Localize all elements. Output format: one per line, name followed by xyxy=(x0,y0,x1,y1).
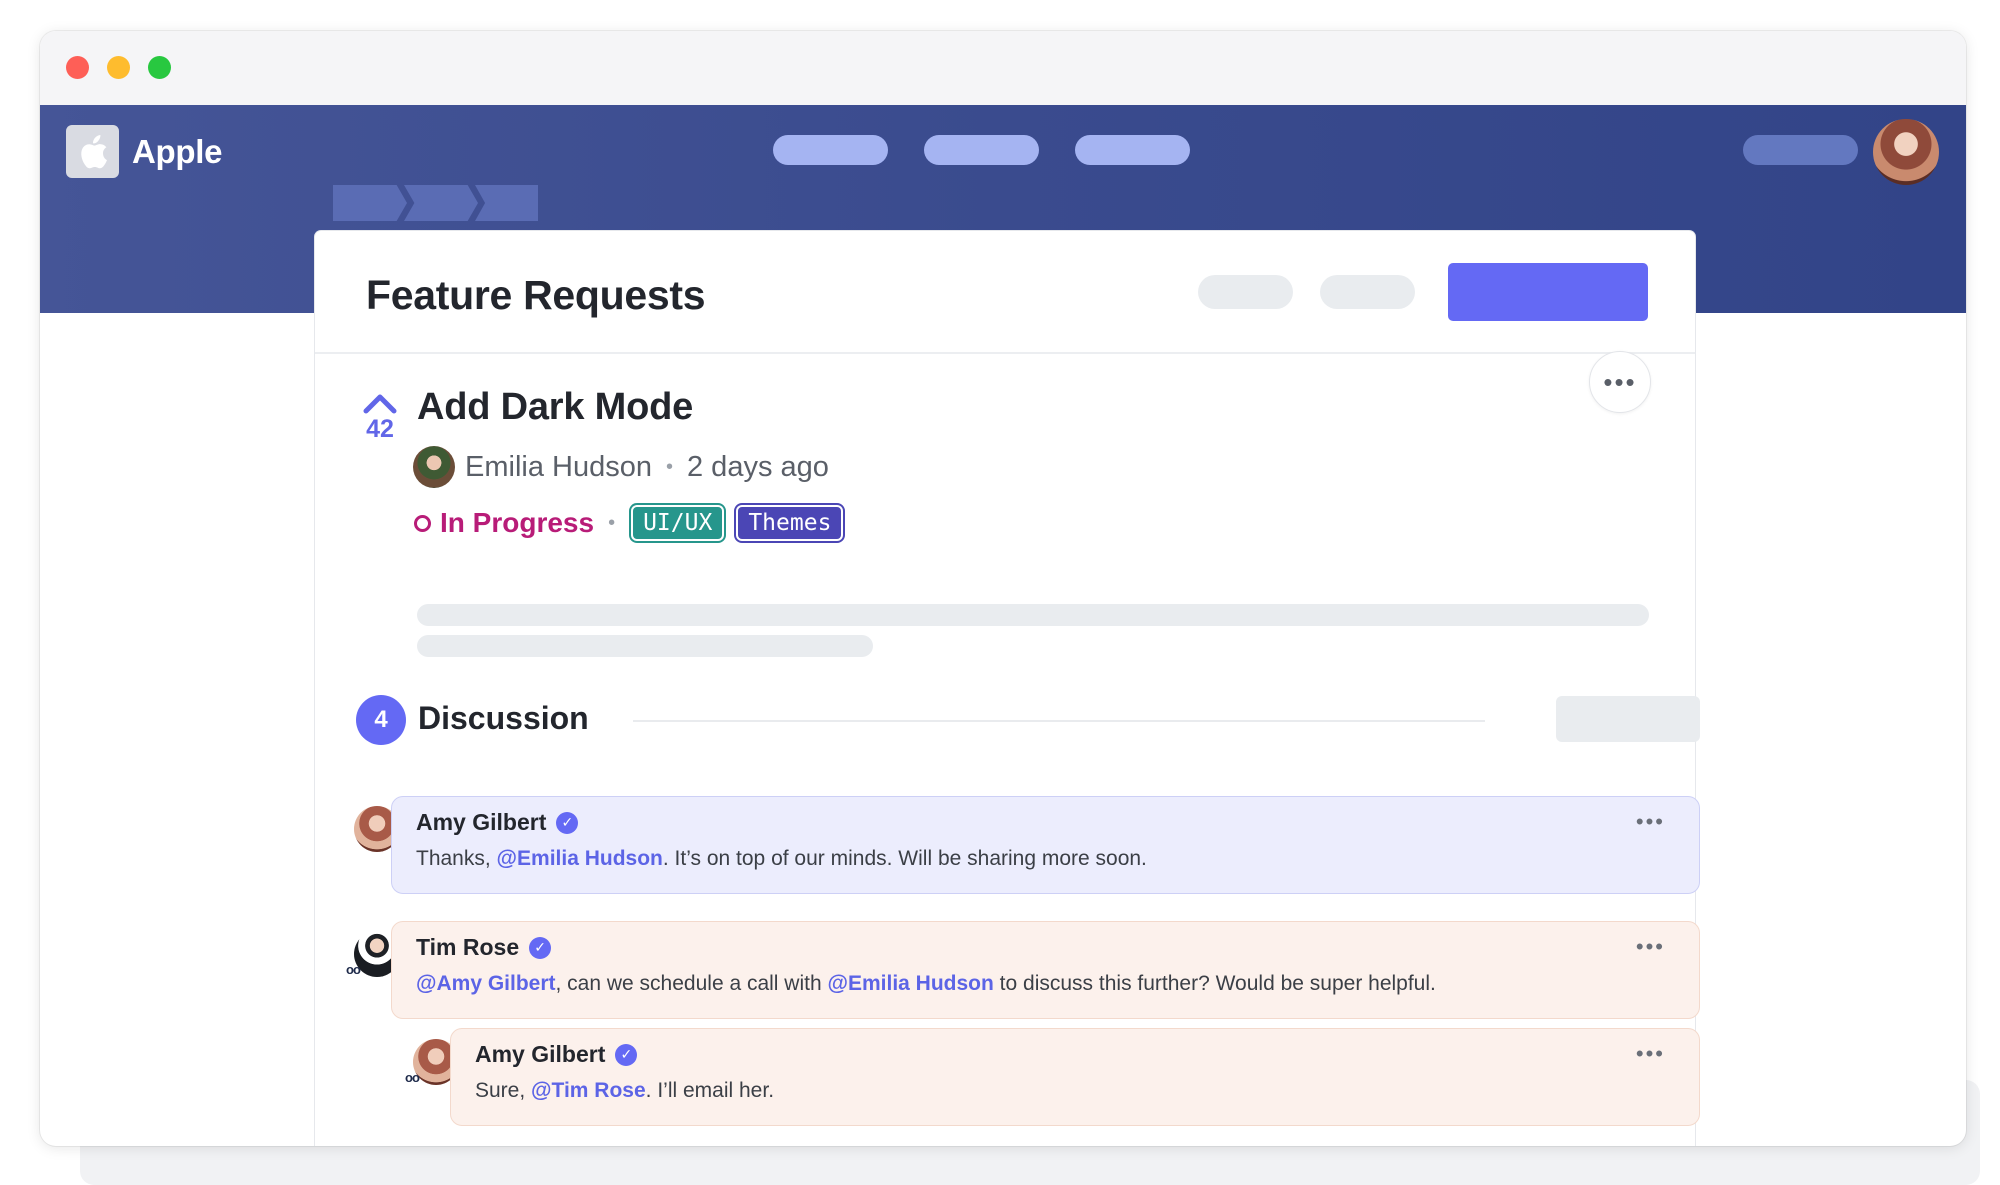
binoculars-icon: oo xyxy=(346,962,361,977)
comment-more-icon[interactable]: ••• xyxy=(1636,934,1665,960)
comment-text-part: . I’ll email her. xyxy=(645,1079,775,1102)
mention-link[interactable]: @Emilia Hudson xyxy=(828,972,994,995)
maximize-window-button[interactable] xyxy=(148,56,171,79)
divider xyxy=(315,352,1695,354)
nav-item-2[interactable] xyxy=(924,135,1039,165)
comment-author[interactable]: Amy Gilbert ✓ xyxy=(416,809,579,836)
vote-count: 42 xyxy=(366,415,394,443)
timestamp: 2 days ago xyxy=(687,450,829,483)
verified-badge-icon: ✓ xyxy=(615,1043,638,1066)
upvote-icon[interactable] xyxy=(363,392,397,414)
description-placeholder-line xyxy=(417,635,873,657)
user-avatar[interactable] xyxy=(1873,119,1939,185)
status-separator: • xyxy=(608,511,616,534)
comment-text-part: to discuss this further? Would be super … xyxy=(993,972,1436,995)
status-icon xyxy=(414,514,431,532)
secondary-button-2[interactable] xyxy=(1320,275,1415,309)
discussion-count-badge: 4 xyxy=(356,695,406,745)
description-placeholder-line xyxy=(417,604,1649,626)
more-options-button[interactable]: ••• xyxy=(1589,351,1651,413)
feature-card: Feature Requests 42 Add Dark Mode Emilia… xyxy=(315,231,1700,1146)
status-badge[interactable]: In Progress xyxy=(440,507,594,539)
tag-themes[interactable]: Themes xyxy=(738,507,842,539)
page-title: Feature Requests xyxy=(366,272,706,318)
feature-meta: Emilia Hudson • 2 days ago xyxy=(413,445,829,489)
comment-author-name[interactable]: Tim Rose xyxy=(416,934,519,961)
secondary-button-1[interactable] xyxy=(1198,275,1293,309)
comment-text-part: . It’s on top of our minds. Will be shar… xyxy=(662,847,1147,870)
browser-window: Apple Feature Requests 42 Add Dark Mode … xyxy=(40,31,1966,1146)
meta-separator: • xyxy=(665,455,673,478)
comment-text-part: Sure, xyxy=(475,1079,532,1102)
comment-author[interactable]: Amy Gilbert ✓ xyxy=(475,1041,638,1068)
comment-more-icon[interactable]: ••• xyxy=(1636,1041,1665,1067)
comment-author-name[interactable]: Amy Gilbert xyxy=(475,1041,605,1068)
nav-item-3[interactable] xyxy=(1075,135,1190,165)
author-name[interactable]: Emilia Hudson xyxy=(465,451,652,484)
upvote-control[interactable]: 42 xyxy=(361,392,399,444)
comment-reply: Amy Gilbert ✓ Sure, @Tim Rose. I’ll emai… xyxy=(450,1028,1700,1126)
comment-more-icon[interactable]: ••• xyxy=(1636,809,1665,835)
close-window-button[interactable] xyxy=(66,56,89,79)
feature-title: Add Dark Mode xyxy=(417,386,694,428)
nav-item-1[interactable] xyxy=(773,135,888,165)
status-row: In Progress • UI/UX Themes xyxy=(414,507,849,539)
discussion-divider xyxy=(633,720,1485,722)
apple-logo-icon[interactable] xyxy=(66,125,119,178)
comment-text: Thanks, @Emilia Hudson. It’s on top of o… xyxy=(416,847,1147,871)
minimize-window-button[interactable] xyxy=(107,56,130,79)
mention-link[interactable]: @Amy Gilbert xyxy=(416,972,556,995)
binoculars-icon: oo xyxy=(405,1070,420,1085)
comment: Amy Gilbert ✓ Thanks, @Emilia Hudson. It… xyxy=(391,796,1700,894)
tag-uiux[interactable]: UI/UX xyxy=(633,507,723,539)
more-horizontal-icon: ••• xyxy=(1603,366,1637,397)
author-avatar[interactable] xyxy=(413,446,455,488)
breadcrumb-item-1[interactable] xyxy=(333,185,407,221)
comment-text-part: , can we schedule a call with xyxy=(555,972,828,995)
discussion-title: Discussion xyxy=(418,700,589,736)
comment-author[interactable]: Tim Rose ✓ xyxy=(416,934,552,961)
breadcrumb-item-2[interactable] xyxy=(404,185,478,221)
breadcrumb-item-3[interactable] xyxy=(475,185,538,221)
comment-text: Sure, @Tim Rose. I’ll email her. xyxy=(475,1079,774,1103)
mention-link[interactable]: @Tim Rose xyxy=(531,1079,646,1102)
discussion-action[interactable] xyxy=(1556,696,1700,742)
mention-link[interactable]: @Emilia Hudson xyxy=(497,847,663,870)
verified-badge-icon: ✓ xyxy=(556,811,579,834)
comment-author-name[interactable]: Amy Gilbert xyxy=(416,809,546,836)
header-action[interactable] xyxy=(1743,135,1858,165)
comment: Tim Rose ✓ @Amy Gilbert, can we schedule… xyxy=(391,921,1700,1019)
primary-button[interactable] xyxy=(1448,263,1648,321)
comment-text-part: Thanks, xyxy=(416,847,497,870)
brand-name[interactable]: Apple xyxy=(132,133,222,171)
verified-badge-icon: ✓ xyxy=(529,936,552,959)
comment-text: @Amy Gilbert, can we schedule a call wit… xyxy=(416,972,1436,996)
window-titlebar xyxy=(40,31,1966,105)
